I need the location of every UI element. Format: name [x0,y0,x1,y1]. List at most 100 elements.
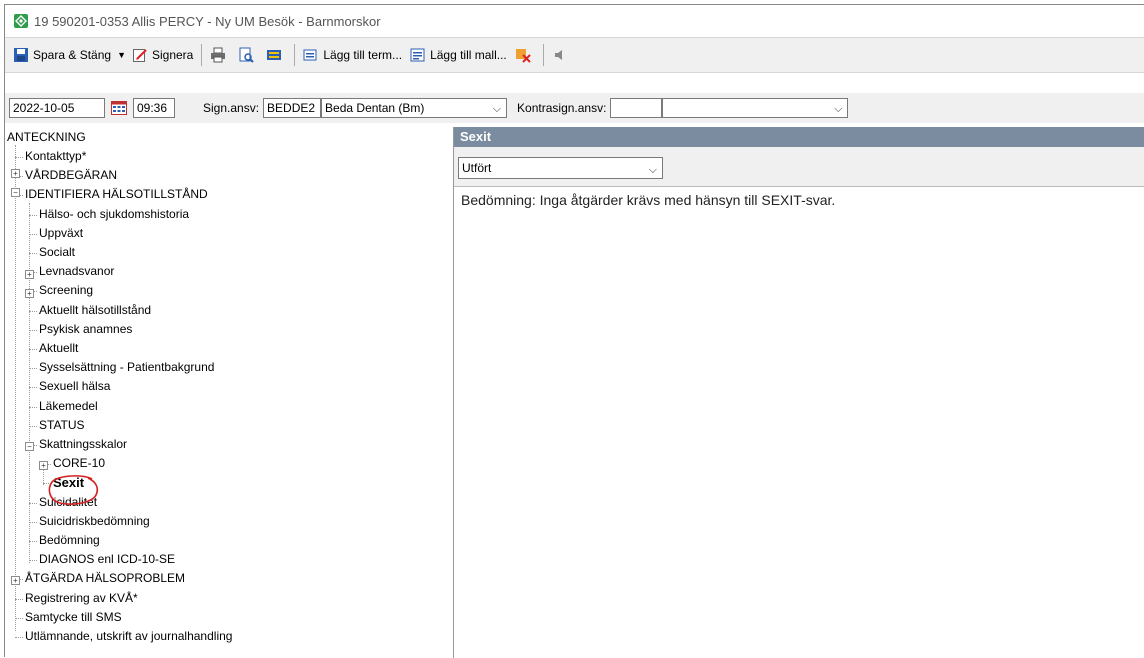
tree-item[interactable]: CORE-10 [53,456,105,471]
sign-code-field[interactable]: BEDDE2 [263,98,322,118]
tree-item[interactable]: Aktuellt hälsotillstånd [39,303,151,318]
tree-item[interactable]: Utlämnande, utskrift av journalhandling [25,629,232,644]
tree-connector [15,617,23,619]
tree-item[interactable]: Aktuellt [39,341,78,356]
time-field[interactable]: 09:36 [133,98,175,118]
tree-connector [29,502,37,504]
sign-pen-icon [132,49,147,62]
expand-toggle[interactable]: + [39,461,48,470]
add-term-icon [303,49,317,61]
print-preview-button[interactable] [234,42,262,68]
app-window: 19 590201-0353 Allis PERCY - Ny UM Besök… [4,4,1144,658]
countersign-name-select[interactable]: ⌵ [662,98,849,118]
countersign-code-field[interactable] [610,98,663,118]
save-close-button[interactable]: Spara & Stäng [9,42,115,68]
tree-connector [15,157,23,158]
header-fields: 2022-10-05 09:36 Sign.ansv: BEDDE2 Beda … [5,93,1144,123]
tree-connector [29,349,37,350]
tree-item[interactable]: Kontakttyp* [25,149,86,164]
tree-connector [29,368,37,370]
tree-connector [15,598,23,600]
tree-connector [29,560,37,562]
status-select[interactable]: Utfört ⌵ [458,157,663,179]
list-view-button[interactable] [262,42,290,68]
add-template-icon [410,48,425,62]
expand-toggle[interactable]: + [25,289,34,298]
tree-item[interactable]: Screening [39,283,93,298]
tree-item[interactable]: DIAGNOS enl ICD-10-SE [39,552,175,567]
tree-item[interactable]: Läkemedel [39,399,98,414]
app-logo-icon [14,14,28,28]
sign-name-value: Beda Dentan (Bm) [325,101,425,115]
date-field[interactable]: 2022-10-05 [9,98,105,118]
tree-item[interactable]: Socialt [39,245,75,260]
sign-name-select[interactable]: Beda Dentan (Bm) ⌵ [321,98,508,118]
expand-toggle[interactable]: + [11,576,20,585]
section-pane: Sexit Utfört ⌵ Bedömning: Inga åtgärder … [454,127,1144,658]
tree-item[interactable]: Registrering av KVÅ* [25,591,138,606]
tree-item[interactable]: ÅTGÄRDA HÄLSOPROBLEM [25,571,185,586]
tree-item[interactable]: IDENTIFIERA HÄLSOTILLSTÅND [25,187,208,202]
tree-item[interactable]: Levnadsvanor [39,264,114,279]
countersign-label: Kontrasign.ansv: [517,101,607,115]
tree-connector [29,203,30,563]
note-tree: ANTECKNING Kontakttyp* VÅRDBEGÄRAN IDENTIF… [5,127,454,658]
tree-connector [29,233,37,235]
toolbar-separator [294,44,296,66]
chevron-down-icon: ⌵ [492,103,502,115]
tree-item[interactable]: Uppväxt [39,226,83,241]
tree-item[interactable]: Sysselsättning - Patientbakgrund [39,360,214,375]
section-title: Sexit [454,127,1144,147]
collapse-toggle[interactable]: − [25,442,34,451]
tree-item[interactable]: Skattningsskalor [39,437,127,452]
remove-button[interactable] [511,42,539,68]
printer-icon [211,47,226,63]
expand-toggle[interactable]: + [25,270,34,279]
sign-resp-label: Sign.ansv: [203,101,260,115]
calendar-icon [111,101,127,115]
title-bar: 19 590201-0353 Allis PERCY - Ny UM Besök… [5,5,1144,37]
speaker-button[interactable] [548,42,576,68]
tree-item[interactable]: VÅRDBEGÄRAN [25,168,117,183]
add-template-label: Lägg till mall... [430,48,507,62]
tree-item[interactable]: Hälso- och sjukdomshistoria [39,207,189,222]
window-title: 19 590201-0353 Allis PERCY - Ny UM Besök… [34,13,381,29]
tree-connector [15,637,23,638]
status-value: Utfört [462,161,492,175]
tree-connector [29,329,37,331]
add-term-label: Lägg till term... [323,48,403,62]
toolbar-separator [201,44,203,66]
print-button[interactable] [206,42,234,68]
status-bar: Utfört ⌵ [454,147,1144,187]
tree-connector [29,521,37,523]
dropdown-arrow-icon: ▼ [117,50,126,60]
sign-button[interactable]: Signera [128,42,197,68]
save-close-label: Spara & Stäng [33,48,112,62]
tree-connector [15,145,16,631]
tree-item[interactable]: Sexuell hälsa [39,379,110,394]
collapse-toggle[interactable]: − [11,188,20,197]
toolbar: Spara & Stäng ▼ Signera Lägg till term..… [5,37,1144,73]
add-template-button[interactable]: Lägg till mall... [406,42,511,68]
tree-item[interactable]: Bedömning [39,533,100,548]
save-dropdown-button[interactable]: ▼ [115,42,128,68]
tree-connector [29,310,37,312]
speaker-icon [554,50,562,60]
tree-root[interactable]: ANTECKNING [7,130,86,145]
add-term-button[interactable]: Lägg till term... [299,42,406,68]
tree-connector [29,214,37,216]
tree-item[interactable]: Samtycke till SMS [25,610,122,625]
expand-toggle[interactable]: + [11,169,20,178]
sign-label: Signera [151,48,194,62]
note-text[interactable]: Bedömning: Inga åtgärder krävs med hänsy… [461,192,835,208]
tree-item[interactable]: Suicidriskbedömning [39,514,150,529]
tree-item[interactable]: STATUS [39,418,85,433]
list-icon [267,50,282,60]
toolbar-separator [542,44,544,66]
tree-item[interactable]: Psykisk anamnes [39,322,132,337]
calendar-button[interactable] [109,98,129,118]
tree-connector [29,253,37,254]
delete-icon [515,49,531,63]
save-icon [14,48,28,62]
tree-connector [29,406,37,408]
